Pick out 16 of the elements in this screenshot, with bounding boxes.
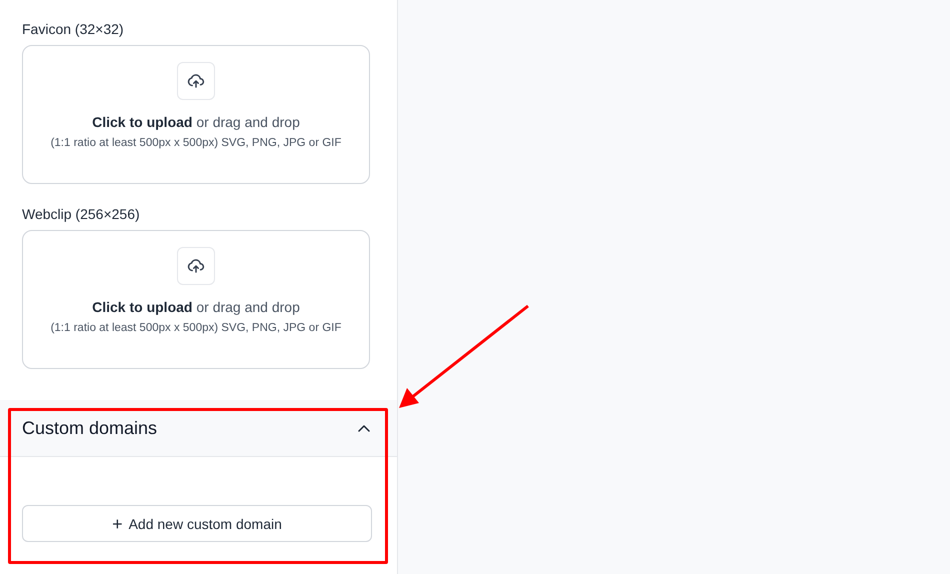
cloud-upload-icon xyxy=(187,257,205,275)
add-domain-button[interactable]: + Add new custom domain xyxy=(22,505,372,542)
section-title: Custom domains xyxy=(22,418,158,438)
cloud-upload-icon xyxy=(187,72,205,90)
field-label: Favicon (32×32) xyxy=(22,21,124,37)
chevron-icon[interactable] xyxy=(358,424,370,432)
upload-prompt: Click to upload or drag and drop xyxy=(92,299,300,315)
upload-dropzone[interactable]: Click to upload or drag and drop (1:1 ratio at least 500px x 500px) SVG, PNG, JPG or GIF xyxy=(22,230,370,369)
upload-icon-button[interactable] xyxy=(177,62,215,100)
upload-dropzone[interactable]: Click to upload or drag and drop (1:1 ratio at least 500px x 500px) SVG, PNG, JPG or GIF xyxy=(22,45,370,184)
upload-hint: (1:1 ratio at least 500px x 500px) SVG, PNG, JPG or GIF xyxy=(50,136,342,151)
upload-hint: (1:1 ratio at least 500px x 500px) SVG, PNG, JPG or GIF xyxy=(50,321,342,336)
upload-icon-button[interactable] xyxy=(177,247,215,285)
upload-prompt: Click to upload or drag and drop xyxy=(92,114,300,130)
field-label: Webclip (256×256) xyxy=(22,206,140,222)
section-header[interactable]: Custom domains xyxy=(0,400,397,457)
